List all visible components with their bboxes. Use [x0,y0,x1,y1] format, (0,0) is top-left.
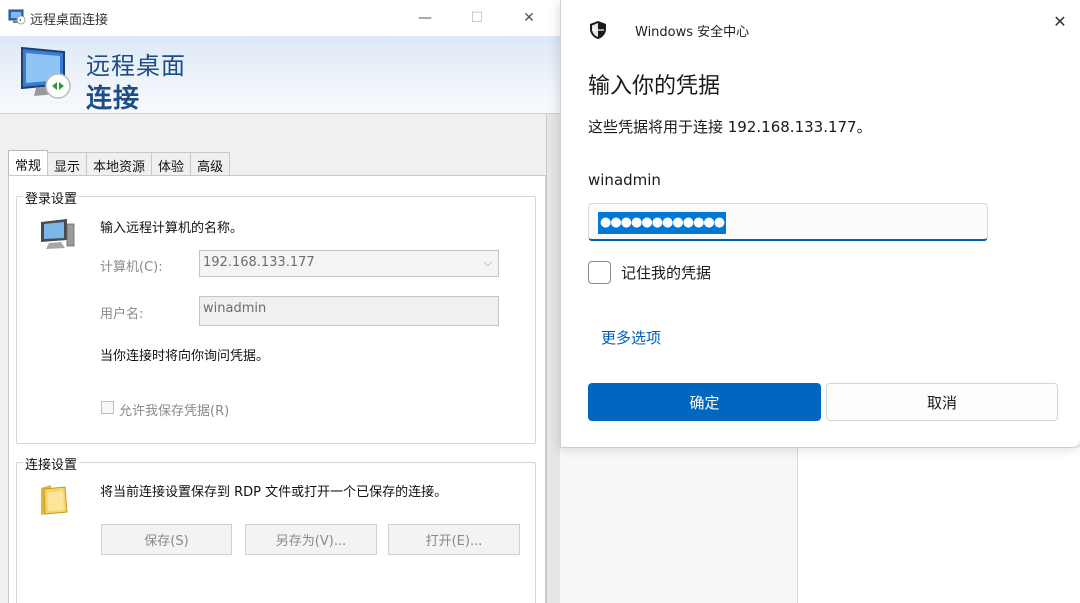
folder-icon [39,482,69,516]
connection-settings-description: 将当前连接设置保存到 RDP 文件或打开一个已保存的连接。 [100,485,448,500]
login-settings-title: 登录设置 [23,188,80,207]
tab-experience[interactable]: 体验 [151,152,192,176]
rdp-app-icon [8,9,26,25]
credentials-note: 当你连接时将向你询问凭据。 [100,349,270,364]
remember-credentials-checkbox[interactable] [588,261,611,284]
rdp-window-title: 远程桌面连接 [30,13,109,28]
cancel-button[interactable]: 取消 [826,383,1058,421]
banner-title-line1: 远程桌面 [86,52,186,80]
password-mask: ●●●●●●●●●●●● [598,212,727,234]
rdp-monitor-icon [16,44,76,102]
save-credentials-checkbox[interactable] [101,401,114,414]
tab-strip: 常规 显示 本地资源 体验 高级 [8,150,231,176]
background-pane [560,448,798,603]
credential-username: winadmin [588,171,661,189]
username-value: winadmin [203,301,267,316]
username-label: 用户名: [100,307,144,322]
tab-advanced[interactable]: 高级 [190,152,231,176]
username-field[interactable]: winadmin [199,296,499,326]
save-button[interactable]: 保存(S) [101,524,232,555]
security-app-name: Windows 安全中心 [635,25,750,40]
remember-credentials-label[interactable]: 记住我的凭据 [621,262,711,283]
computer-name-prompt: 输入远程计算机的名称。 [100,221,244,236]
dialog-subtitle: 这些凭据将用于连接 192.168.133.177。 [588,118,872,136]
shield-icon [588,20,608,40]
computer-combobox[interactable]: 192.168.133.177 ⌵ [199,250,499,277]
maximize-button[interactable]: ☐ [454,6,500,30]
more-options-link[interactable]: 更多选项 [601,327,661,348]
computer-icon [37,216,77,252]
connection-settings-title: 连接设置 [23,454,80,473]
rdp-window: 远程桌面连接 — ☐ ✕ 远程桌面 连接 常规 显示 本地资源 体验 高级 登录… [0,0,560,603]
general-tab-panel: 登录设置 输入远程计算机的名称。 计算机(C): 192.168.133.177… [8,175,546,603]
security-dialog: Windows 安全中心 ✕ 输入你的凭据 这些凭据将用于连接 192.168.… [560,0,1080,448]
tab-general[interactable]: 常规 [8,150,49,176]
dialog-heading: 输入你的凭据 [588,74,721,99]
background-pane-right [798,448,1080,603]
tab-display[interactable]: 显示 [47,152,88,176]
banner-title-line2: 连接 [86,84,141,114]
computer-label: 计算机(C): [100,260,163,275]
close-icon: ✕ [523,10,535,26]
save-credentials-label: 允许我保存凭据(R) [119,404,230,419]
chevron-down-icon[interactable]: ⌵ [484,256,492,270]
minimize-button[interactable]: — [402,6,448,30]
open-button[interactable]: 打开(E)... [388,524,520,555]
rdp-titlebar[interactable]: 远程桌面连接 — ☐ ✕ [0,0,560,36]
ok-button[interactable]: 确定 [588,383,821,421]
dialog-close-button[interactable]: ✕ [1047,9,1073,33]
minimize-icon: — [418,10,432,26]
rdp-banner: 远程桌面 连接 [0,36,560,114]
save-as-button[interactable]: 另存为(V)... [245,524,377,555]
close-icon: ✕ [1053,11,1067,31]
password-input[interactable]: ●●●●●●●●●●●● [588,203,988,241]
close-button[interactable]: ✕ [506,6,552,30]
maximize-icon: ☐ [470,10,484,26]
tab-local-resources[interactable]: 本地资源 [86,152,153,176]
computer-value: 192.168.133.177 [203,255,315,270]
